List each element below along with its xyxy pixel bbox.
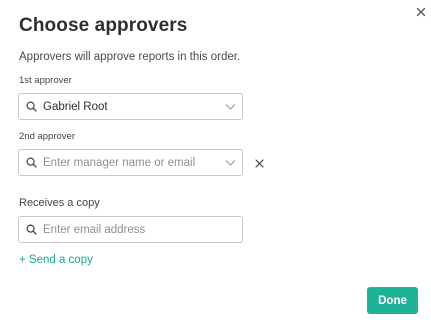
second-approver-placeholder: Enter manager name or email [43, 156, 196, 169]
first-approver-select[interactable]: Gabriel Root [18, 93, 243, 120]
close-icon[interactable] [414, 5, 428, 19]
first-approver-label: 1st approver [19, 75, 72, 86]
dialog-subtitle: Approvers will approve reports in this o… [19, 51, 241, 63]
done-button[interactable]: Done [367, 287, 418, 314]
search-icon [26, 157, 37, 168]
second-approver-select[interactable]: Enter manager name or email [18, 149, 243, 176]
second-approver-label: 2nd approver [19, 131, 75, 142]
first-approver-value: Gabriel Root [43, 100, 108, 113]
chevron-down-icon[interactable] [225, 102, 236, 111]
remove-icon[interactable] [254, 156, 265, 168]
dialog-title: Choose approvers [19, 15, 188, 36]
send-copy-link[interactable]: + Send a copy [19, 254, 93, 266]
chevron-down-icon[interactable] [225, 158, 236, 167]
copy-email-input[interactable]: Enter email address [18, 216, 243, 243]
choose-approvers-dialog: Choose approvers Approvers will approve … [0, 0, 431, 327]
search-icon [26, 224, 37, 235]
copy-email-placeholder: Enter email address [43, 223, 146, 236]
receives-copy-label: Receives a copy [19, 197, 100, 209]
search-icon [26, 101, 37, 112]
